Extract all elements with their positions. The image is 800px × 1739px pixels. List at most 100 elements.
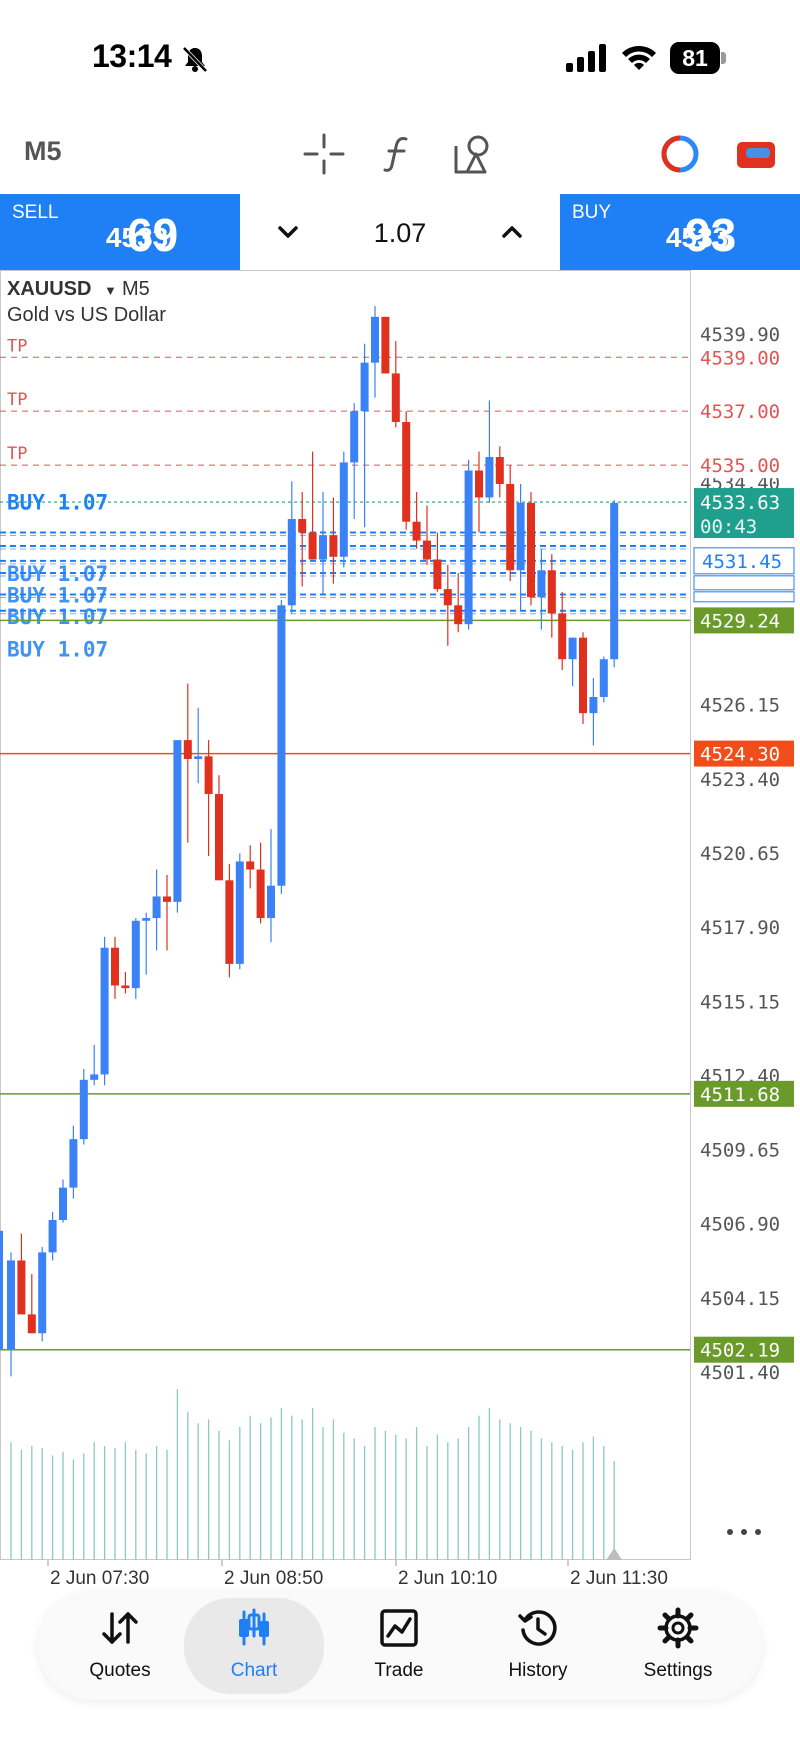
nav-history[interactable]: History [468,1592,608,1700]
nav-trade[interactable]: Trade [329,1592,469,1700]
candle-bullish[interactable] [69,1139,78,1188]
candle-bullish[interactable] [235,861,244,964]
candle-bearish[interactable] [204,756,213,795]
candle-bearish[interactable] [381,316,390,374]
candle-bullish[interactable] [319,535,327,560]
candle-bullish[interactable] [267,885,275,919]
candle-bearish[interactable] [506,483,515,571]
nav-chart[interactable]: Chart [184,1598,324,1694]
buy-order-label: BUY 1.07 [7,638,108,662]
caret-down-icon[interactable]: ▼ [104,283,117,298]
chart-canvas[interactable]: TPTPTPBUY 1.07BUY 1.07BUY 1.07BUY 1.07BU… [0,270,800,1590]
candle-bearish[interactable] [475,470,483,498]
candle-bearish[interactable] [17,1260,26,1315]
buy-order-label: BUY 1.07 [7,562,108,586]
status-bar: 13:14 81 [0,0,800,120]
candle-bullish[interactable] [0,1230,3,1350]
candle-bearish[interactable] [412,521,421,541]
time-axis-label: 2 Jun 07:30 [50,1568,149,1589]
candle-bearish[interactable] [558,613,567,660]
price-axis-tick: 4520.65 [700,843,780,865]
nav-chart-label: Chart [230,1660,278,1681]
volume-selector: 1.07 [240,194,560,270]
order-price-tag[interactable] [693,575,795,591]
candle-bullish[interactable] [516,502,525,571]
candle-bullish[interactable] [131,920,140,989]
gear-icon [657,1607,699,1649]
candle-bearish[interactable] [163,896,171,902]
crosshair-icon[interactable] [302,132,346,176]
candle-bearish[interactable] [183,740,192,759]
candle-bearish[interactable] [121,985,130,989]
price-axis-tick: 4526.15 [700,695,780,717]
candle-bullish[interactable] [59,1187,67,1221]
more-options-icon[interactable] [724,1522,764,1542]
candle-bullish[interactable] [568,637,577,660]
history-clock-icon [518,1610,557,1646]
order-price-tag[interactable] [693,591,795,603]
candle-bearish[interactable] [443,589,452,606]
price-axis-tick: 4506.90 [700,1214,780,1236]
candle-bearish[interactable] [423,540,431,560]
symbol-timeframe: M5 [122,278,150,300]
candle-bullish[interactable] [350,411,359,463]
chevron-up-icon[interactable] [494,214,530,250]
price-chart[interactable]: TP TP TP BUY 1.07 BUY 1.07 BUY 1.07 BUY 1.07 BU… [0,270,800,1590]
nav-settings-label: Settings [643,1660,713,1681]
candle-bullish[interactable] [464,470,473,625]
candle-bullish[interactable] [360,362,369,412]
candle-bullish[interactable] [599,659,608,697]
candle-bullish[interactable] [79,1079,88,1140]
candle-bearish[interactable] [495,457,504,484]
candle-bullish[interactable] [339,462,348,557]
candle-bullish[interactable] [589,696,598,714]
candle-bearish[interactable] [111,947,119,986]
candle-bearish[interactable] [579,637,587,714]
objects-icon[interactable] [452,132,496,176]
symbol-name[interactable]: XAUUSD [7,278,91,301]
candle-bearish[interactable] [433,559,442,590]
candle-bullish[interactable] [537,570,546,598]
level-price-tag-text: 4511.68 [700,1084,780,1106]
candle-bearish[interactable] [391,373,400,422]
timeframe-button[interactable]: M5 [24,136,62,167]
candle-bullish[interactable] [173,740,182,902]
candle-bearish[interactable] [402,421,411,522]
candle-bearish[interactable] [329,535,338,557]
candle-bullish[interactable] [194,756,203,759]
candle-bullish[interactable] [100,947,109,1075]
candle-bullish[interactable] [277,605,286,886]
candle-bullish[interactable] [287,519,296,606]
candle-bearish[interactable] [298,519,307,533]
candle-bullish[interactable] [38,1252,47,1334]
candle-bearish[interactable] [246,861,255,870]
candle-bullish[interactable] [142,918,151,921]
candle-bearish[interactable] [454,605,463,625]
price-axis-tick: 4504.15 [700,1288,780,1310]
tp-label: TP [7,336,27,356]
candle-bullish[interactable] [152,896,161,919]
candle-bearish[interactable] [256,869,265,919]
sell-button[interactable]: SELL 4533. 69 [0,194,240,270]
nav-quotes[interactable]: Quotes [50,1592,190,1700]
candle-bullish[interactable] [90,1074,99,1080]
candle-bearish[interactable] [527,502,535,598]
candle-bullish[interactable] [371,316,379,363]
candle-bearish[interactable] [308,532,317,560]
candle-bullish[interactable] [48,1220,57,1253]
sell-price-pips: 69 [127,209,179,261]
scroll-end-marker[interactable] [606,1548,623,1560]
candle-bearish[interactable] [215,794,223,881]
buy-button[interactable]: BUY 4533. 93 [560,194,800,270]
candle-bullish[interactable] [485,457,494,498]
trade-levels-icon[interactable] [734,132,778,176]
indicators-icon[interactable] [376,132,420,176]
price-axis-tick: 4539.90 [700,324,780,346]
candle-bullish[interactable] [7,1260,15,1350]
candle-bearish[interactable] [225,880,234,964]
candle-bearish[interactable] [547,570,556,614]
nav-settings[interactable]: Settings [608,1592,748,1700]
candle-bullish[interactable] [610,502,619,660]
candle-bearish[interactable] [27,1314,36,1334]
one-click-trading-icon[interactable] [658,132,702,176]
